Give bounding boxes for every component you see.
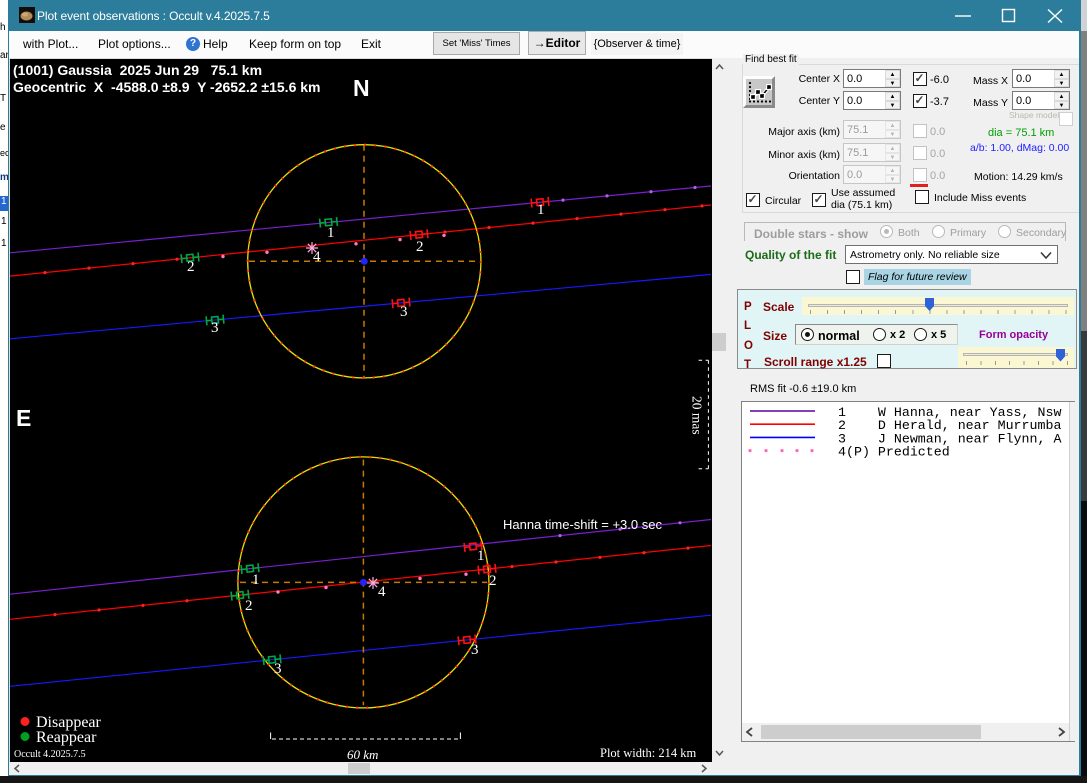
svg-text:2: 2 <box>187 259 195 275</box>
svg-text:1: 1 <box>477 548 485 564</box>
svg-text:1: 1 <box>252 572 260 588</box>
svg-text:Hanna time-shift = +3.0 sec: Hanna time-shift = +3.0 sec <box>503 517 662 532</box>
svg-text:3: 3 <box>400 304 408 320</box>
svg-text:1: 1 <box>537 202 545 218</box>
svg-text:Occult 4.2025.7.5: Occult 4.2025.7.5 <box>14 749 86 760</box>
svg-text:3: 3 <box>274 661 282 677</box>
svg-text:(1001) Gaussia 2025 Jun 29: (1001) Gaussia 2025 Jun 29 75.1 km <box>13 62 262 78</box>
svg-text:E: E <box>16 405 31 431</box>
svg-text:4: 4 <box>378 584 386 600</box>
svg-text:4: 4 <box>313 249 321 265</box>
svg-text:1: 1 <box>327 225 335 241</box>
svg-text:3: 3 <box>471 642 479 658</box>
svg-text:2: 2 <box>489 573 497 589</box>
svg-text:N: N <box>353 75 370 101</box>
svg-text:20 mas: 20 mas <box>690 396 705 435</box>
svg-text:60 km: 60 km <box>347 747 378 761</box>
svg-text:2: 2 <box>416 239 424 255</box>
svg-text:Plot width: 214 km: Plot width: 214 km <box>600 746 696 760</box>
svg-text:2: 2 <box>245 598 253 614</box>
svg-text:Geocentric X -4588.0 ±8.9 Y: Geocentric X -4588.0 ±8.9 Y -2652.2 ±15.… <box>13 79 320 95</box>
svg-text:3: 3 <box>211 320 219 336</box>
svg-text:4(P) Predicted: 4(P) Predicted <box>838 445 950 460</box>
svg-text:Reappear: Reappear <box>36 729 97 746</box>
